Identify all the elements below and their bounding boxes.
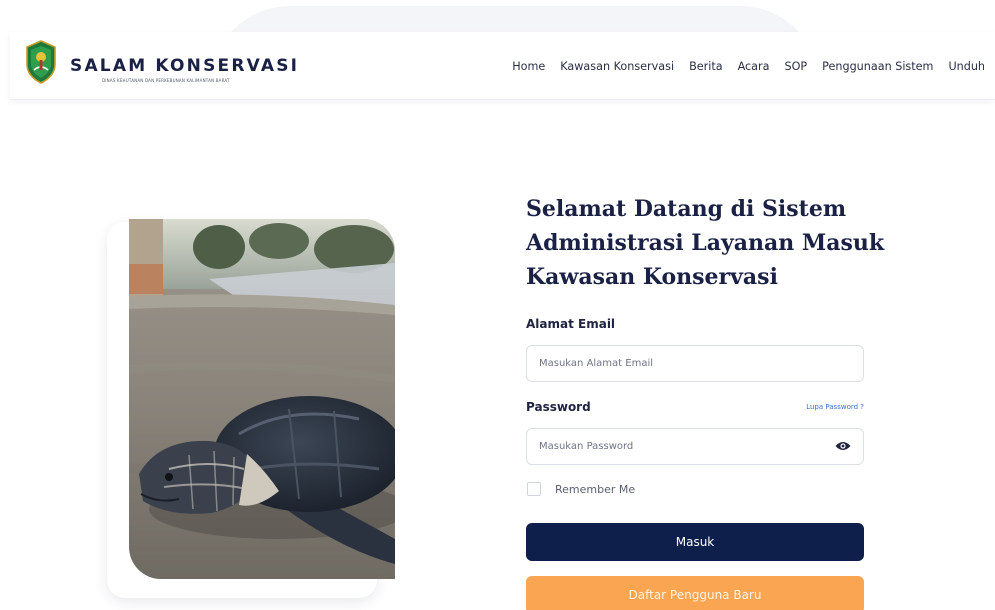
brand-home-link[interactable]: SALAM KONSERVASI DINAS KEHUTANAN DAN PER…	[24, 40, 314, 92]
forgot-password-link[interactable]: Lupa Password ?	[806, 403, 864, 411]
nav-acara[interactable]: Acara	[738, 60, 770, 73]
nav-berita[interactable]: Berita	[689, 60, 723, 73]
password-input[interactable]	[526, 428, 864, 465]
provincial-shield-logo	[26, 40, 56, 84]
nav-sop[interactable]: SOP	[785, 60, 808, 73]
password-label: Password	[526, 400, 591, 414]
welcome-heading: Selamat Datang di Sistem Administrasi La…	[526, 196, 885, 290]
nav-home[interactable]: Home	[512, 60, 545, 73]
hero-image	[129, 219, 395, 579]
eye-icon[interactable]	[835, 440, 851, 452]
navbar: SALAM KONSERVASI DINAS KEHUTANAN DAN PER…	[10, 32, 995, 100]
brand-title: SALAM KONSERVASI	[70, 56, 300, 76]
email-label: Alamat Email	[526, 317, 616, 331]
register-button[interactable]: Daftar Pengguna Baru	[526, 576, 864, 610]
nav-kawasan-konservasi[interactable]: Kawasan Konservasi	[560, 60, 674, 73]
login-button[interactable]: Masuk	[526, 523, 864, 561]
nav-penggunaan-sistem[interactable]: Penggunaan Sistem	[822, 60, 933, 73]
remember-checkbox[interactable]	[527, 482, 541, 496]
brand-subtitle: DINAS KEHUTANAN DAN PERKEBUNAN KALIMANTA…	[102, 78, 230, 83]
remember-label[interactable]: Remember Me	[555, 483, 635, 496]
sea-turtle-photo	[129, 219, 395, 579]
remember-me: Remember Me	[527, 482, 635, 496]
nav-unduh[interactable]: Unduh	[948, 60, 985, 73]
email-input[interactable]	[526, 345, 864, 382]
main-nav: Home Kawasan Konservasi Berita Acara SOP…	[512, 60, 985, 73]
